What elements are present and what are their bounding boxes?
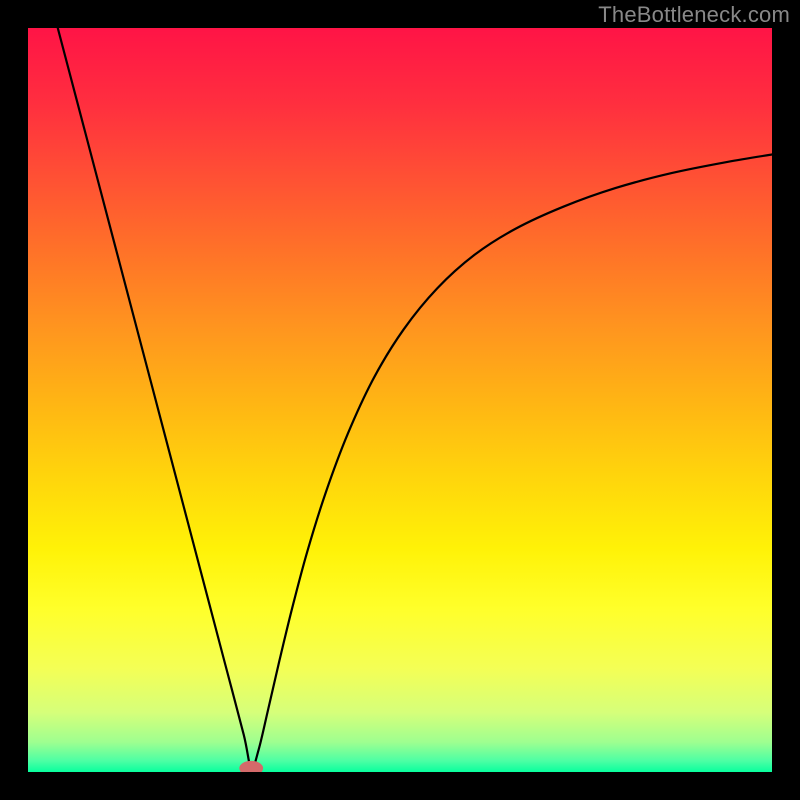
watermark-label: TheBottleneck.com <box>598 2 790 28</box>
chart-svg <box>28 28 772 772</box>
chart-container: TheBottleneck.com <box>0 0 800 800</box>
gradient-background <box>28 28 772 772</box>
plot-area <box>28 28 772 772</box>
